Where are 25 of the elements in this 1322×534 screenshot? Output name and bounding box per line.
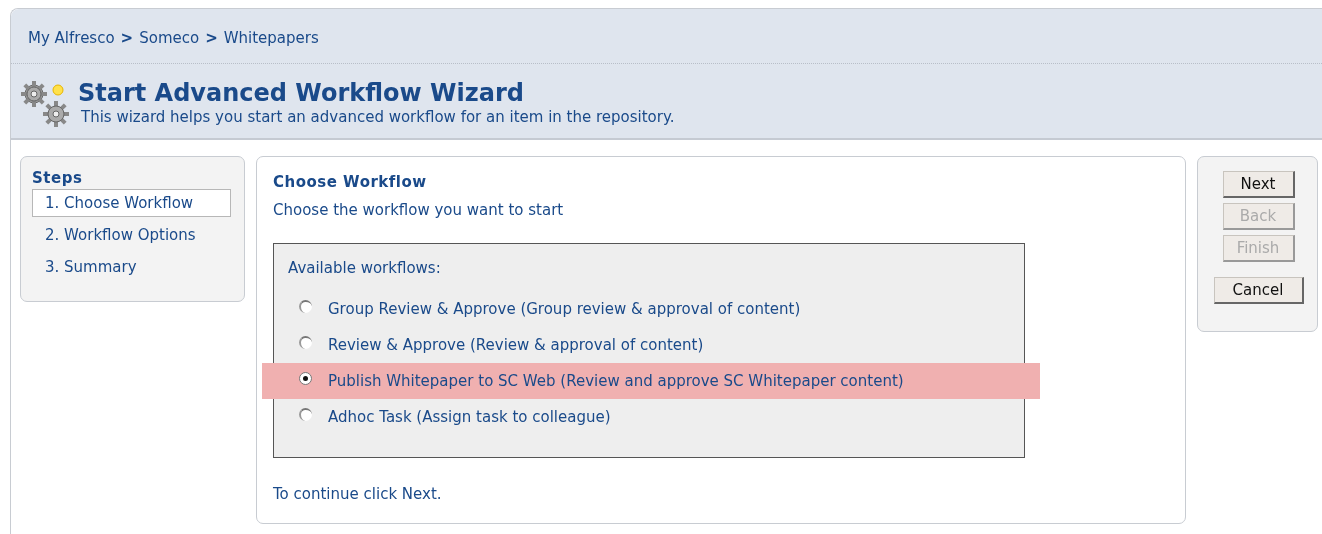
group-label: Available workflows: [288,259,442,277]
breadcrumb-separator: > [120,29,134,47]
step-item[interactable]: 2. Workflow Options [32,221,231,249]
step-item[interactable]: 1. Choose Workflow [32,189,231,217]
breadcrumb-link[interactable]: My Alfresco [28,29,115,47]
section-heading: Choose Workflow [273,173,428,191]
instruction-text: To continue click Next. [273,485,443,503]
section-description: Choose the workflow you want to start [273,201,565,219]
breadcrumb-link[interactable]: Whitepapers [223,29,319,47]
radio-button[interactable] [299,335,312,349]
page-subtitle: This wizard helps you start an advanced workflow for an item in the repository. [81,108,675,126]
page-title: Start Advanced Workflow Wizard [78,78,525,108]
option-label: Review & Approve (Review & approval of content) [328,336,704,354]
option-label: Publish Whitepaper to SC Web (Review and approve SC Whitepaper content) [328,372,904,390]
radio-button[interactable] [299,407,312,421]
wizard-button[interactable]: Cancel [1213,277,1304,304]
option-label: Adhoc Task (Assign task to colleague) [328,408,611,426]
breadcrumb-separator: > [205,29,218,47]
step-item[interactable]: 3. Summary [32,253,231,281]
wizard-button[interactable]: Next [1222,171,1295,198]
option-label: Group Review & Approve (Group review & approval of content) [328,300,801,318]
breadcrumb-link[interactable]: Someco [139,29,200,47]
radio-button[interactable] [299,299,312,313]
radio-button[interactable] [299,371,312,385]
steps-heading: Steps [32,169,84,187]
